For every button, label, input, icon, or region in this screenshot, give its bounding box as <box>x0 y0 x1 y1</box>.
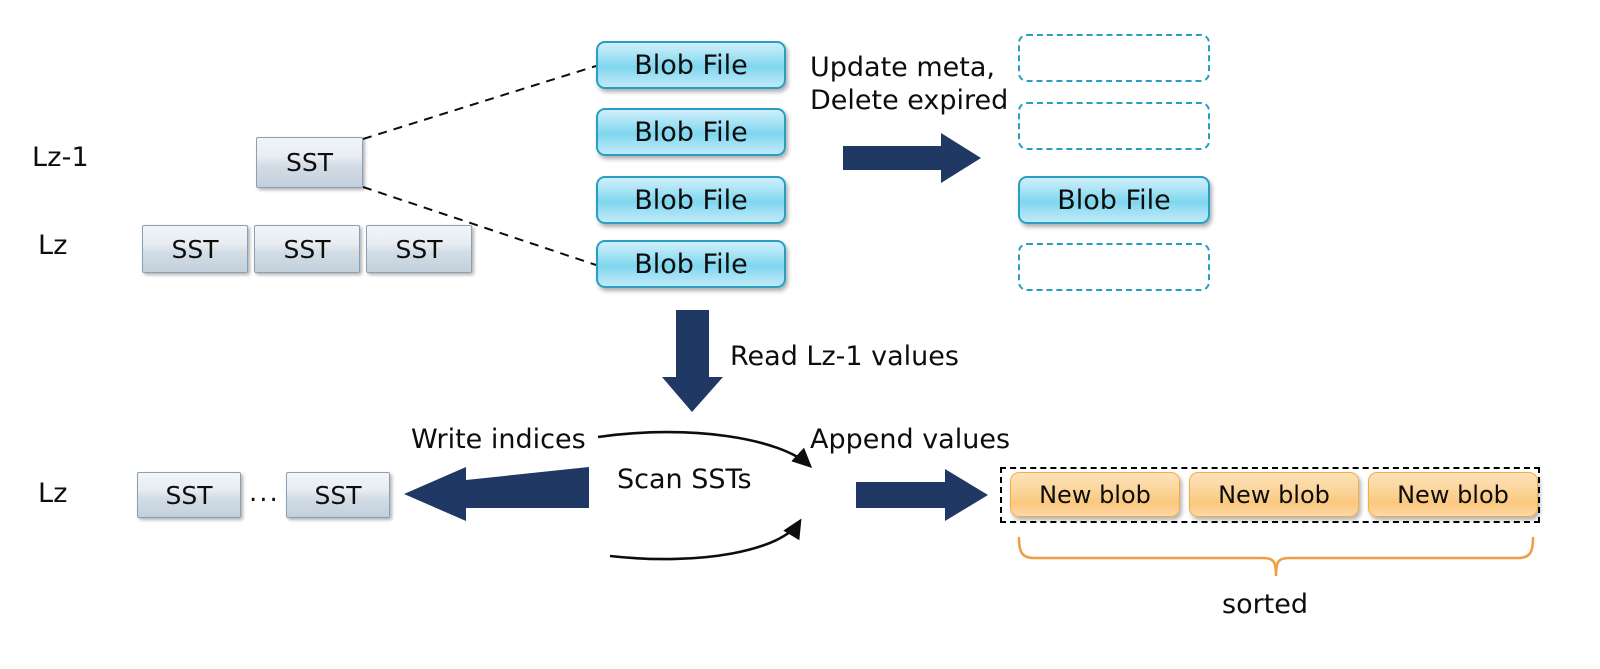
scan-loop-arrow-top <box>597 430 813 468</box>
level-label-lz-minus-1: Lz-1 <box>32 142 89 173</box>
read-values-arrow <box>662 310 723 412</box>
new-blob-box-3[interactable]: New blob <box>1368 472 1538 517</box>
blob-file-box-2[interactable]: Blob File <box>596 108 786 156</box>
level-label-lz: Lz <box>38 230 68 261</box>
deleted-blob-slot-3 <box>1018 243 1210 291</box>
update-meta-note-line-1: Update meta, <box>810 52 995 83</box>
connector-sst-to-blob-1 <box>362 65 597 140</box>
sst-box-output-1[interactable]: SST <box>137 472 241 518</box>
update-meta-note: Update meta, Delete expired <box>810 52 1008 118</box>
deleted-blob-slot-1 <box>1018 34 1210 82</box>
vector-layer <box>362 65 1535 577</box>
sorted-brace <box>1017 536 1535 577</box>
sst-box-output-2[interactable]: SST <box>286 472 390 518</box>
new-blob-box-2[interactable]: New blob <box>1189 472 1359 517</box>
scan-ssts-note: Scan SSTs <box>617 464 752 495</box>
sst-box-lz-1[interactable]: SST <box>142 225 248 273</box>
write-indices-note: Write indices <box>411 424 586 455</box>
write-indices-arrow <box>404 467 589 521</box>
append-values-note: Append values <box>810 424 1011 455</box>
append-values-arrow <box>856 469 988 521</box>
update-meta-note-line-2: Delete expired <box>810 84 1009 116</box>
update-meta-arrow <box>843 133 981 183</box>
level-label-lz-bottom: Lz <box>38 478 68 509</box>
blob-file-box-4[interactable]: Blob File <box>596 240 786 288</box>
deleted-blob-slot-2 <box>1018 102 1210 150</box>
new-blob-box-1[interactable]: New blob <box>1010 472 1180 517</box>
sst-box-lz-2[interactable]: SST <box>254 225 360 273</box>
kept-blob-file-box[interactable]: Blob File <box>1018 176 1210 224</box>
sorted-label: sorted <box>1222 589 1309 620</box>
blob-file-box-1[interactable]: Blob File <box>596 41 786 89</box>
sst-ellipsis: ... <box>249 478 280 508</box>
read-values-note: Read Lz-1 values <box>730 341 959 372</box>
blob-file-box-3[interactable]: Blob File <box>596 176 786 224</box>
sst-box-lz-minus-1[interactable]: SST <box>256 137 363 188</box>
sst-box-lz-3[interactable]: SST <box>366 225 472 273</box>
scan-loop-arrow-bottom <box>609 518 802 561</box>
diagram-canvas: Lz-1 Lz SST SST SST SST Blob File Blob F… <box>0 0 1600 669</box>
